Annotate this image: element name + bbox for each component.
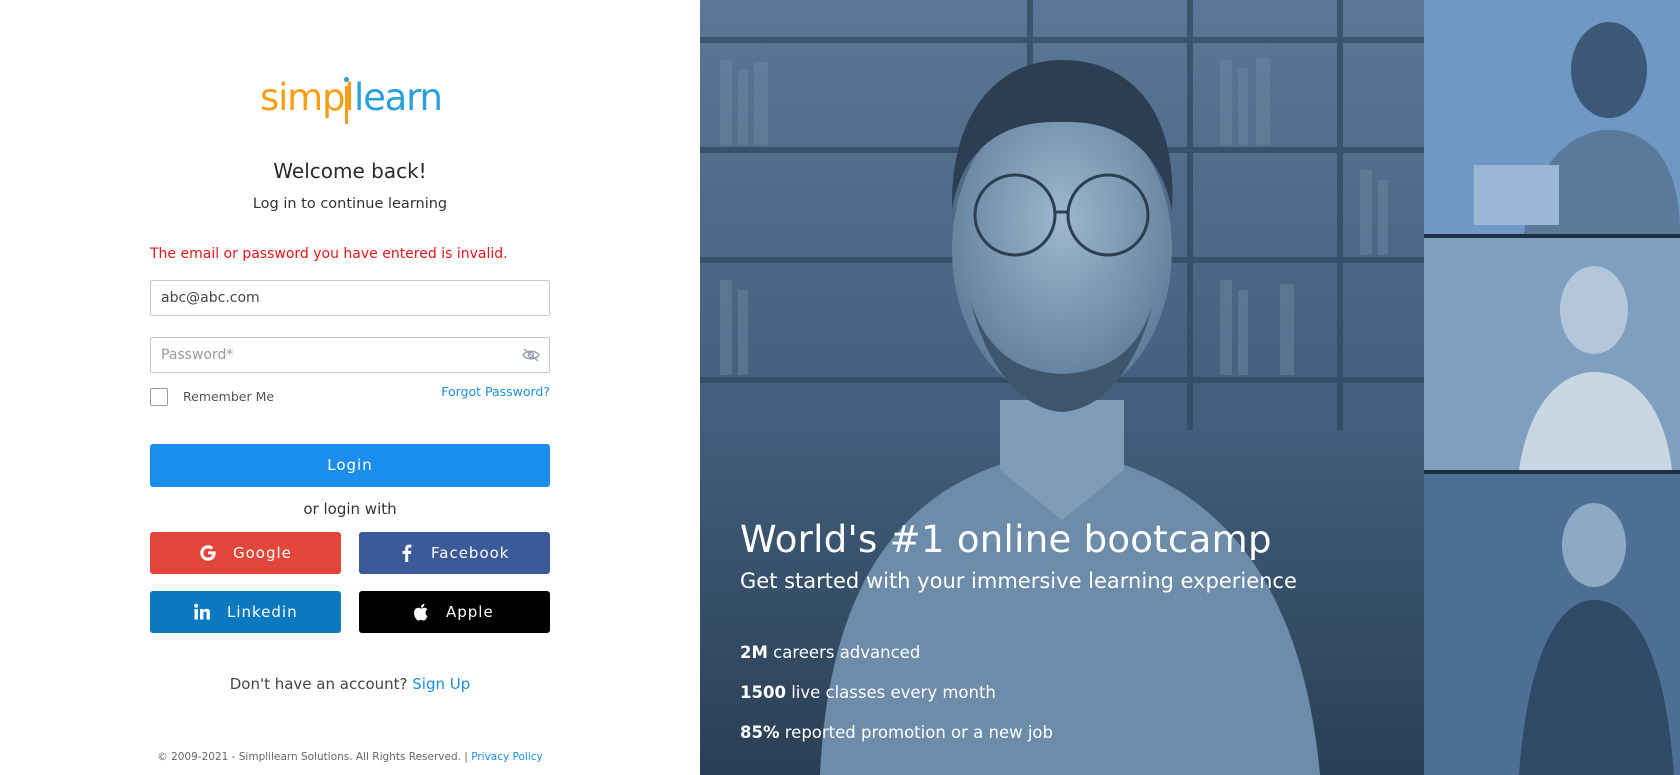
logo-i-stem xyxy=(345,86,348,124)
stat-label: reported promotion or a new job xyxy=(784,723,1054,742)
logo-i-dot xyxy=(344,77,349,82)
hero-copy: World's #1 online bootcamp Get started w… xyxy=(740,518,1297,593)
login-button[interactable]: Login xyxy=(150,444,550,487)
facebook-icon xyxy=(402,544,412,562)
copyright-text: © 2009-2021 - Simplilearn Solutions. All… xyxy=(157,751,468,763)
footer: © 2009-2021 - Simplilearn Solutions. All… xyxy=(0,751,700,763)
google-icon xyxy=(200,545,216,561)
welcome-heading: Welcome back! xyxy=(273,159,427,183)
stat-careers: 2M careers advanced xyxy=(740,643,920,662)
apple-login-button[interactable]: Apple xyxy=(359,591,550,633)
logo-text-simpl: simpl xyxy=(260,76,355,119)
hero-panel: World's #1 online bootcamp Get started w… xyxy=(700,0,1680,775)
facebook-login-button[interactable]: Facebook xyxy=(359,532,550,574)
linkedin-label: Linkedin xyxy=(227,603,298,621)
stat-label: live classes every month xyxy=(791,683,996,702)
login-panel: simpl learn Welcome back! Log in to cont… xyxy=(0,0,700,775)
stat-label: careers advanced xyxy=(773,643,921,662)
stat-value: 85% xyxy=(740,723,780,742)
stat-value: 1500 xyxy=(740,683,786,702)
linkedin-icon xyxy=(194,603,210,620)
remember-me-checkbox[interactable] xyxy=(150,388,168,406)
google-login-button[interactable]: Google xyxy=(150,532,341,574)
password-placeholder: Password* xyxy=(161,347,234,363)
privacy-policy-link[interactable]: Privacy Policy xyxy=(471,751,543,763)
apple-label: Apple xyxy=(446,603,494,621)
apple-icon xyxy=(414,603,428,621)
simplilearn-logo[interactable]: simpl learn xyxy=(260,76,443,130)
eye-slash-icon[interactable] xyxy=(522,348,540,362)
password-field[interactable]: Password* xyxy=(150,337,550,373)
logo-text-learn: learn xyxy=(354,76,443,119)
stat-value: 2M xyxy=(740,643,768,662)
linkedin-login-button[interactable]: Linkedin xyxy=(150,591,341,633)
side-photo-strip xyxy=(1424,0,1680,775)
welcome-subheading: Log in to continue learning xyxy=(252,196,448,212)
email-field[interactable]: abc@abc.com xyxy=(150,280,550,316)
stat-promotion: 85% reported promotion or a new job xyxy=(740,723,1053,742)
signup-prompt: Don't have an account? Sign Up xyxy=(0,675,700,693)
or-login-with-label: or login with xyxy=(303,500,397,518)
hero-tagline: Get started with your immersive learning… xyxy=(740,569,1297,593)
stat-live-classes: 1500 live classes every month xyxy=(740,683,996,702)
google-label: Google xyxy=(233,544,292,562)
signup-prompt-text: Don't have an account? xyxy=(229,675,408,693)
email-value: abc@abc.com xyxy=(161,290,260,306)
forgot-password-link[interactable]: Forgot Password? xyxy=(441,384,550,399)
remember-me-label: Remember Me xyxy=(183,389,275,404)
hero-headline: World's #1 online bootcamp xyxy=(740,518,1272,561)
facebook-label: Facebook xyxy=(431,544,510,562)
error-message: The email or password you have entered i… xyxy=(150,246,508,262)
signup-link[interactable]: Sign Up xyxy=(412,675,470,693)
